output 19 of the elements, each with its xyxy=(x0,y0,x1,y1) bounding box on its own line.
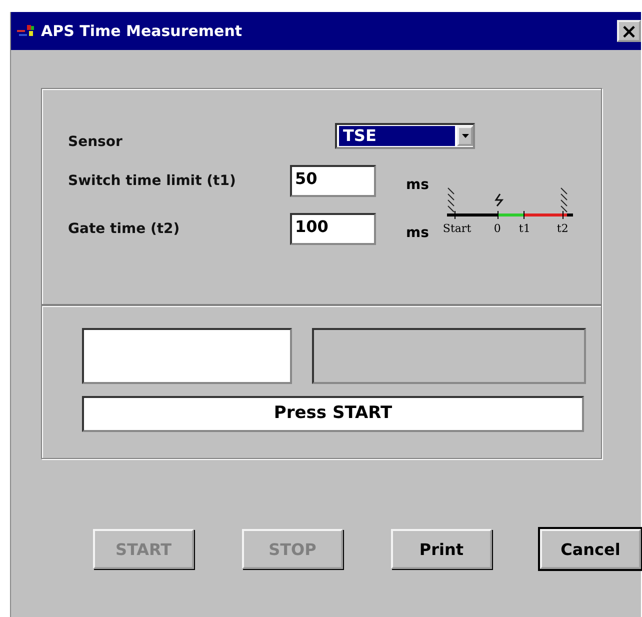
field-label: Switch time limit (t1) xyxy=(68,173,237,189)
unit-label: ms xyxy=(406,176,429,193)
window-title: APS Time Measurement xyxy=(41,22,242,40)
field-label: Gate time (t2) xyxy=(68,221,181,237)
sensor-dropdown[interactable]: TSE xyxy=(335,123,475,149)
dialog-button[interactable]: Print xyxy=(391,529,492,569)
time-input[interactable]: 50 xyxy=(290,165,376,197)
timeline-label: 0 xyxy=(494,222,501,235)
timeline-label: Start xyxy=(442,222,472,235)
time-input[interactable]: 100 xyxy=(290,213,376,245)
dropdown-arrow-icon xyxy=(462,134,468,138)
sensor-label: Sensor xyxy=(68,133,124,150)
close-button[interactable]: × xyxy=(617,20,641,42)
dialog-button[interactable]: Cancel xyxy=(540,529,641,569)
status-message: Press START xyxy=(82,396,584,432)
timeline-label: t2 xyxy=(556,222,568,235)
unit-label: ms xyxy=(406,224,429,241)
app-icon xyxy=(17,24,35,38)
timeline-label: t1 xyxy=(518,222,530,235)
